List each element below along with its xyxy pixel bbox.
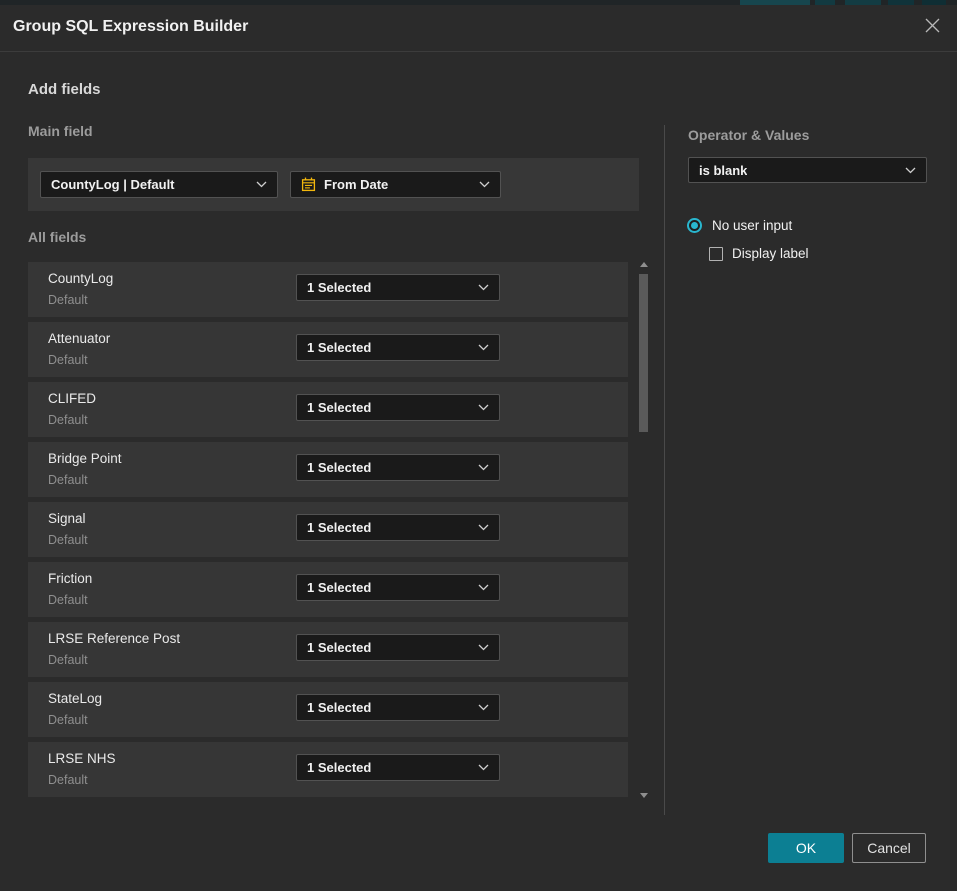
- main-field-field-select[interactable]: From Date: [290, 171, 501, 198]
- field-selection-value: 1 Selected: [307, 400, 371, 415]
- chevron-down-icon: [478, 524, 489, 531]
- field-type: Default: [48, 593, 88, 607]
- field-selection-value: 1 Selected: [307, 280, 371, 295]
- screen: Group SQL Expression Builder Add fields …: [0, 0, 957, 891]
- field-selection-select[interactable]: 1 Selected: [296, 754, 500, 781]
- chevron-down-icon: [478, 284, 489, 291]
- display-label-label: Display label: [732, 246, 809, 261]
- list-scrollbar[interactable]: [638, 260, 650, 800]
- scrollbar-thumb[interactable]: [639, 274, 648, 432]
- no-user-input-radio[interactable]: No user input: [687, 218, 792, 233]
- ok-button[interactable]: OK: [768, 833, 844, 863]
- chevron-down-icon: [478, 344, 489, 351]
- field-row: Friction Default 1 Selected: [28, 562, 628, 617]
- chevron-down-icon: [905, 167, 916, 174]
- field-name: StateLog: [48, 691, 102, 706]
- chevron-down-icon: [478, 764, 489, 771]
- group-sql-expression-builder-dialog: Group SQL Expression Builder Add fields …: [0, 5, 957, 891]
- cancel-button[interactable]: Cancel: [852, 833, 926, 863]
- chevron-down-icon: [256, 181, 267, 188]
- field-selection-select[interactable]: 1 Selected: [296, 394, 500, 421]
- field-row: CountyLog Default 1 Selected: [28, 262, 628, 317]
- field-name: Friction: [48, 571, 92, 586]
- field-selection-value: 1 Selected: [307, 640, 371, 655]
- field-selection-value: 1 Selected: [307, 340, 371, 355]
- no-user-input-label: No user input: [712, 218, 792, 233]
- field-type: Default: [48, 413, 88, 427]
- field-name: Attenuator: [48, 331, 110, 346]
- field-type: Default: [48, 713, 88, 727]
- field-selection-value: 1 Selected: [307, 580, 371, 595]
- field-selection-select[interactable]: 1 Selected: [296, 454, 500, 481]
- scroll-up-arrow-icon[interactable]: [640, 262, 648, 267]
- scroll-down-arrow-icon[interactable]: [640, 793, 648, 798]
- main-field-field-value: From Date: [324, 177, 388, 192]
- main-field-layer-select[interactable]: CountyLog | Default: [40, 171, 278, 198]
- display-label-checkbox[interactable]: Display label: [709, 246, 809, 261]
- all-fields-list: CountyLog Default 1 Selected Attenuator Defa…: [28, 262, 628, 802]
- field-row: LRSE NHS Default 1 Selected: [28, 742, 628, 797]
- field-row: Attenuator Default 1 Selected: [28, 322, 628, 377]
- field-row: LRSE Reference Post Default 1 Selected: [28, 622, 628, 677]
- close-button[interactable]: [916, 12, 948, 44]
- calendar-icon: [301, 177, 316, 192]
- chevron-down-icon: [478, 704, 489, 711]
- field-selection-select[interactable]: 1 Selected: [296, 574, 500, 601]
- field-name: CLIFED: [48, 391, 96, 406]
- field-name: Signal: [48, 511, 86, 526]
- chevron-down-icon: [479, 181, 490, 188]
- field-selection-value: 1 Selected: [307, 520, 371, 535]
- field-name: Bridge Point: [48, 451, 122, 466]
- operator-values-heading: Operator & Values: [688, 127, 809, 143]
- all-fields-label: All fields: [28, 229, 86, 245]
- chevron-down-icon: [478, 464, 489, 471]
- dialog-title: Group SQL Expression Builder: [13, 18, 248, 36]
- main-field-panel: CountyLog | Default From Date: [28, 158, 639, 211]
- radio-selected-icon: [687, 218, 702, 233]
- dialog-titlebar: Group SQL Expression Builder: [0, 5, 957, 52]
- field-selection-select[interactable]: 1 Selected: [296, 694, 500, 721]
- chevron-down-icon: [478, 584, 489, 591]
- field-row: CLIFED Default 1 Selected: [28, 382, 628, 437]
- field-selection-select[interactable]: 1 Selected: [296, 274, 500, 301]
- field-selection-select[interactable]: 1 Selected: [296, 514, 500, 541]
- checkbox-unchecked-icon: [709, 247, 723, 261]
- operator-select[interactable]: is blank: [688, 157, 927, 183]
- field-selection-select[interactable]: 1 Selected: [296, 634, 500, 661]
- field-type: Default: [48, 293, 88, 307]
- field-row: Bridge Point Default 1 Selected: [28, 442, 628, 497]
- panel-divider: [664, 125, 665, 815]
- field-type: Default: [48, 473, 88, 487]
- field-selection-value: 1 Selected: [307, 460, 371, 475]
- operator-value: is blank: [699, 163, 747, 178]
- main-field-layer-value: CountyLog | Default: [51, 177, 175, 192]
- field-row: StateLog Default 1 Selected: [28, 682, 628, 737]
- field-name: LRSE NHS: [48, 751, 116, 766]
- field-row: Signal Default 1 Selected: [28, 502, 628, 557]
- field-name: LRSE Reference Post: [48, 631, 180, 646]
- field-type: Default: [48, 773, 88, 787]
- field-selection-select[interactable]: 1 Selected: [296, 334, 500, 361]
- field-type: Default: [48, 653, 88, 667]
- field-type: Default: [48, 533, 88, 547]
- field-name: CountyLog: [48, 271, 113, 286]
- main-field-label: Main field: [28, 123, 93, 139]
- field-selection-value: 1 Selected: [307, 700, 371, 715]
- field-selection-value: 1 Selected: [307, 760, 371, 775]
- field-type: Default: [48, 353, 88, 367]
- close-icon: [924, 17, 941, 39]
- chevron-down-icon: [478, 644, 489, 651]
- add-fields-heading: Add fields: [28, 81, 101, 98]
- chevron-down-icon: [478, 404, 489, 411]
